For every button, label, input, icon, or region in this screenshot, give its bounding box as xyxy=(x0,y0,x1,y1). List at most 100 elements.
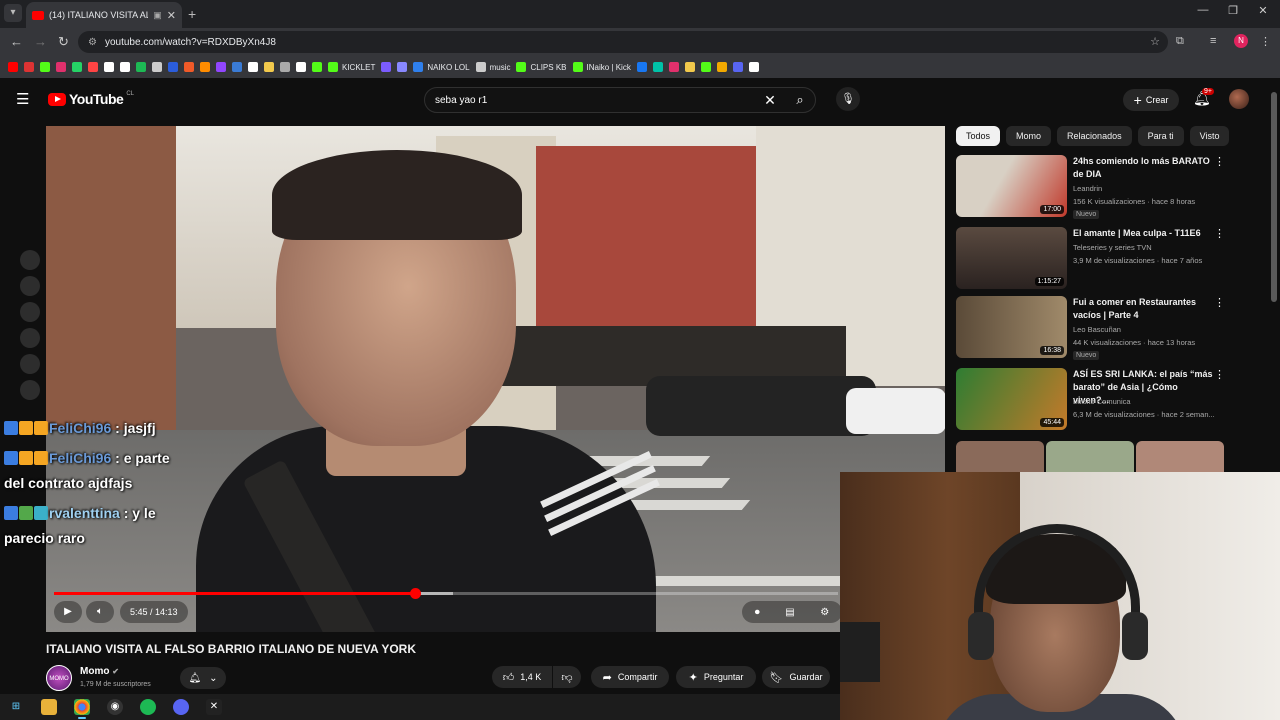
new-tab-button[interactable]: + xyxy=(188,6,196,22)
discord-icon[interactable] xyxy=(173,699,189,715)
channel-name[interactable]: Momo ✔ xyxy=(80,666,119,677)
browser-tab-youtube[interactable]: (14) ITALIANO VISITA AL FAL ▣ ✕ xyxy=(26,2,182,28)
recommendation-channel[interactable]: Luisito Comunica xyxy=(1073,397,1131,406)
bookmark-icon[interactable] xyxy=(312,62,322,72)
bookmark-icon[interactable] xyxy=(72,62,82,72)
bookmark-icon[interactable] xyxy=(280,62,290,72)
volume-icon[interactable]: 🔈︎ xyxy=(86,601,114,623)
close-window-button[interactable]: ✕ xyxy=(1248,4,1278,17)
bookmark-kicklet[interactable]: KICKLET xyxy=(328,62,375,72)
guide-menu-icon[interactable]: ☰ xyxy=(16,90,29,108)
recommendation-channel[interactable]: Leandrin xyxy=(1073,184,1102,193)
address-bar[interactable]: ⚙ youtube.com/watch?v=RDXDByXn4J8 ☆ xyxy=(78,31,1168,53)
recommendation-channel[interactable]: Leo Bascuñan xyxy=(1073,325,1121,334)
bookmark-icon[interactable] xyxy=(684,62,695,72)
like-button[interactable]: 👍︎ 1,4 K xyxy=(492,666,552,688)
reload-button[interactable]: ↻ xyxy=(58,34,69,50)
bookmark-icon[interactable] xyxy=(381,62,392,72)
back-button[interactable]: ← xyxy=(10,34,23,49)
bookmark-icon[interactable] xyxy=(104,62,114,72)
more-options-icon[interactable]: ⋮ xyxy=(1214,368,1225,381)
clear-search-icon[interactable]: ✕ xyxy=(755,92,785,109)
chip-para-ti[interactable]: Para ti xyxy=(1137,126,1184,146)
recommendation-item[interactable]: 45:44 ASÍ ES SRI LANKA: el país “más bar… xyxy=(956,368,1226,430)
bookmark-icon[interactable] xyxy=(732,62,743,72)
recommendation-item[interactable]: 16:38 Fui a comer en Restaurantes vacíos… xyxy=(956,296,1226,360)
recommendation-item[interactable]: 1:15:27 El amante | Mea culpa - T11E6 Te… xyxy=(956,227,1226,289)
account-avatar[interactable] xyxy=(1229,89,1249,109)
bookmark-icon[interactable] xyxy=(200,62,210,72)
maximize-button[interactable]: ❐ xyxy=(1218,4,1248,17)
recommendation-title[interactable]: Fui a comer en Restaurantes vacíos | Par… xyxy=(1073,296,1213,322)
bookmark-icon[interactable] xyxy=(24,62,34,72)
chip-relacionados[interactable]: Relacionados xyxy=(1057,126,1132,146)
video-player[interactable]: ▶ 🔈︎ 5:45 / 14:13 ⏺ ▤ ⚙ xyxy=(46,126,945,632)
minimize-button[interactable]: — xyxy=(1188,4,1218,16)
forward-button[interactable]: → xyxy=(34,34,47,49)
chrome-icon[interactable] xyxy=(74,699,90,719)
video-thumbnail[interactable]: 17:00 xyxy=(956,155,1067,217)
bookmark-icon[interactable] xyxy=(184,62,194,72)
create-button[interactable]: + Crear xyxy=(1123,89,1179,111)
chip-visto[interactable]: Visto xyxy=(1189,126,1230,146)
bookmark-icon[interactable] xyxy=(716,62,727,72)
shorts-thumbnail[interactable] xyxy=(1136,441,1224,473)
share-button[interactable]: ➦ Compartir xyxy=(591,666,669,688)
browser-menu-icon[interactable]: ⋮ xyxy=(1260,35,1271,48)
bookmark-icon[interactable] xyxy=(636,62,647,72)
tab-audio-icon[interactable]: ▣ xyxy=(153,10,162,21)
bookmark-icon[interactable] xyxy=(397,62,408,72)
subscribed-bell-button[interactable]: 🔔︎ ⌄ xyxy=(180,667,226,689)
channel-name-text[interactable]: Momo xyxy=(80,666,109,677)
recommendation-title[interactable]: 24hs comiendo lo más BARATO de DIA xyxy=(1073,155,1213,181)
voice-search-icon[interactable]: 🎙 xyxy=(836,87,860,111)
search-icon[interactable]: ⌕ xyxy=(785,92,815,108)
extensions-icon[interactable]: ⧉ xyxy=(1176,35,1184,48)
bookmark-icon[interactable] xyxy=(8,62,18,72)
more-options-icon[interactable]: ⋮ xyxy=(1214,155,1225,168)
bookmark-icon[interactable] xyxy=(56,62,66,72)
more-options-icon[interactable]: ⋮ xyxy=(1214,227,1225,240)
media-control-icon[interactable]: ≡ xyxy=(1210,35,1216,47)
video-thumbnail[interactable]: 45:44 xyxy=(956,368,1067,430)
tab-search-icon[interactable]: ▾ xyxy=(4,4,22,22)
recommendation-item[interactable]: 17:00 24hs comiendo lo más BARATO de DIA… xyxy=(956,155,1226,219)
shorts-thumbnail[interactable] xyxy=(956,441,1044,473)
bookmark-icon[interactable] xyxy=(264,62,274,72)
recommendation-title[interactable]: El amante | Mea culpa - T11E6 xyxy=(1073,227,1213,240)
site-info-icon[interactable]: ⚙ xyxy=(88,37,97,48)
bookmark-clips-kb[interactable]: CLIPS KB xyxy=(516,62,567,72)
bookmark-icon[interactable] xyxy=(88,62,98,72)
play-button[interactable]: ▶ xyxy=(54,601,82,623)
spotify-icon[interactable] xyxy=(140,699,156,715)
page-scrollbar[interactable] xyxy=(1271,92,1277,302)
bookmark-icon[interactable] xyxy=(168,62,178,72)
chip-todos[interactable]: Todos xyxy=(956,126,1001,146)
chip-momo[interactable]: Momo xyxy=(1006,126,1052,146)
bookmark-icon[interactable] xyxy=(700,62,711,72)
bookmark-inaiko-kick[interactable]: INaiko | Kick xyxy=(572,62,631,72)
save-button[interactable]: 🔖︎ Guardar xyxy=(762,666,830,688)
file-explorer-icon[interactable] xyxy=(41,699,57,715)
bookmark-star-icon[interactable]: ☆ xyxy=(1150,35,1160,48)
obs-icon[interactable]: ◉ xyxy=(107,699,123,715)
scrubber-handle[interactable] xyxy=(410,588,421,599)
shorts-thumbnail[interactable] xyxy=(1046,441,1134,473)
bookmark-icon[interactable] xyxy=(248,62,258,72)
windows-start-icon[interactable]: ⊞ xyxy=(8,699,24,715)
dislike-button[interactable]: 👎︎ xyxy=(553,666,581,688)
video-thumbnail[interactable]: 1:15:27 xyxy=(956,227,1067,289)
settings-gear-icon[interactable]: ⚙ xyxy=(820,607,829,618)
bookmark-icon[interactable] xyxy=(152,62,162,72)
ask-button[interactable]: ✦ Preguntar xyxy=(676,666,756,688)
bookmark-music[interactable]: music xyxy=(475,62,510,72)
bookmark-icon[interactable] xyxy=(652,62,663,72)
bookmark-icon[interactable] xyxy=(216,62,226,72)
subtitles-icon[interactable]: ▤ xyxy=(785,607,794,618)
bookmark-icon[interactable] xyxy=(40,62,50,72)
profile-avatar[interactable]: N xyxy=(1234,34,1248,48)
bookmark-icon[interactable] xyxy=(232,62,242,72)
autoplay-toggle[interactable]: ⏺ xyxy=(755,607,760,618)
tab-close-icon[interactable]: ✕ xyxy=(167,9,176,22)
search-input[interactable]: seba yao r1 xyxy=(435,95,755,106)
